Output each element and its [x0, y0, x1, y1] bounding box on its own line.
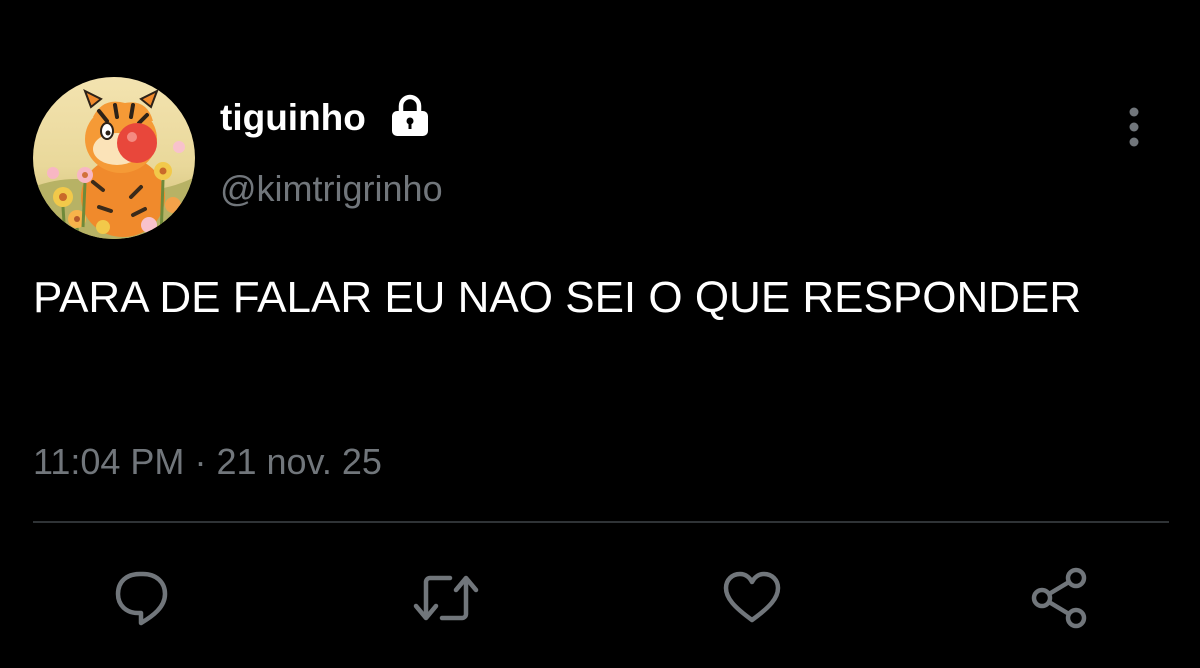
tweet-text: PARA DE FALAR EU NAO SEI O QUE RESPONDER: [33, 273, 1082, 322]
speech-bubble-icon: [115, 571, 168, 626]
share-icon: [1031, 567, 1087, 629]
avatar[interactable]: [33, 77, 195, 239]
retweet-button[interactable]: [410, 566, 479, 630]
retweet-icon: [413, 575, 479, 621]
tigger-avatar-image: [33, 77, 195, 239]
vertical-ellipsis-icon[interactable]: [1119, 104, 1149, 150]
tweet-timestamp[interactable]: 11:04 PM · 21 nov. 25: [33, 440, 382, 484]
like-button[interactable]: [720, 566, 784, 630]
reply-button[interactable]: [110, 566, 174, 630]
divider: [33, 521, 1169, 523]
tweet-time: 11:04 PM: [33, 441, 185, 482]
display-name[interactable]: tiguinho: [220, 96, 366, 140]
share-button[interactable]: [1028, 566, 1092, 630]
user-handle[interactable]: @kimtrigrinho: [220, 167, 443, 211]
tweet-date: 21 nov. 25: [216, 441, 382, 482]
heart-icon: [723, 571, 781, 623]
meta-separator: ·: [194, 441, 207, 482]
lock-icon: [392, 94, 428, 136]
